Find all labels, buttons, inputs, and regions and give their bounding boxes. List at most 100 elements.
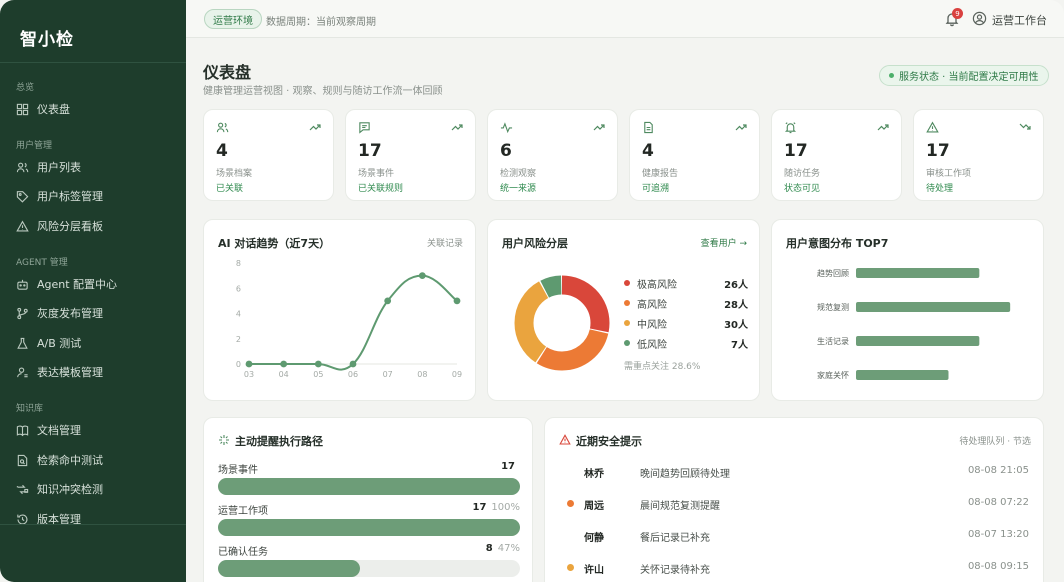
page-subtitle: 健康管理运营视图 · 观察、规则与随访工作流一体回顾 — [203, 86, 443, 97]
stat-label: 审核工作项 — [926, 169, 972, 179]
exec-title: 主动提醒执行路径 — [235, 435, 323, 448]
nav-item-ab-test[interactable]: A/B 测试 — [0, 330, 186, 356]
legend-dot — [624, 280, 630, 286]
stat-label: 健康报告 — [642, 169, 679, 179]
intent-bar — [856, 370, 949, 380]
legend-name: 中风险 — [637, 320, 667, 331]
exec-progress-track — [218, 560, 520, 577]
legend-dot — [624, 300, 630, 306]
message-icon — [359, 122, 370, 134]
workspace-user[interactable]: 运营工作台 — [992, 12, 1047, 28]
stat-card-followup[interactable]: 17 随访任务 状态可见 — [771, 109, 902, 201]
nav-label: 灰度发布管理 — [37, 307, 103, 320]
nav-item-conflict-check[interactable]: 知识冲突检测 — [0, 476, 186, 502]
alert-item[interactable]: 许山 关怀记录待补充 08-08 09:15 — [559, 558, 1029, 578]
nav-item-risk-board[interactable]: 风险分层看板 — [0, 213, 186, 239]
sparkle-icon — [219, 435, 229, 445]
trend-up-icon — [309, 124, 321, 131]
status-dot — [889, 73, 894, 78]
pulse-icon — [500, 122, 513, 134]
stat-tag: 已关联 — [216, 184, 244, 194]
report-icon — [644, 121, 653, 134]
section-title-agent: AGENT 管理 — [16, 258, 68, 268]
stat-card-scene-archive[interactable]: 4 场景档案 已关联 — [203, 109, 334, 201]
stat-value: 17 — [926, 141, 950, 161]
nav-item-versions[interactable]: 版本管理 — [0, 506, 186, 532]
page-title: 仪表盘 — [203, 63, 252, 82]
branch-icon — [17, 307, 28, 319]
alert-user: 何静 — [584, 533, 604, 544]
exec-pct: 100% — [491, 502, 520, 513]
stat-card-scene-events[interactable]: 17 场景事件 已关联规则 — [345, 109, 476, 201]
data-point — [280, 360, 288, 368]
alert-user: 林乔 — [584, 469, 604, 480]
data-point — [245, 360, 253, 368]
alert-item[interactable]: 周远 晨间规范复测提醒 08-08 07:22 — [559, 494, 1029, 514]
risk-legend-item: 极高风险 26人 — [624, 276, 748, 291]
stat-label: 检测观察 — [500, 169, 537, 179]
nav-label: 检索命中测试 — [37, 454, 103, 467]
stat-value: 4 — [216, 141, 228, 161]
alert-text: 餐后记录已补充 — [640, 533, 710, 544]
environment-badge[interactable]: 运营环境 — [204, 9, 262, 29]
y-tick-label: 4 — [236, 310, 241, 319]
x-tick-label: 03 — [244, 370, 254, 379]
risk-legend-item: 中风险 30人 — [624, 316, 748, 331]
stat-value: 4 — [642, 141, 654, 161]
sidebar: 智小检 总览 仪表盘 用户管理 用户列表 用户标签管理 风险分层看板 AGENT… — [0, 0, 186, 582]
top-bar: 运营环境 数据周期：当前观察周期 9 运营工作台 — [186, 0, 1064, 38]
service-status-badge: 服务状态 · 当前配置决定可用性 — [879, 65, 1049, 86]
alert-dot — [567, 564, 574, 571]
data-point — [418, 272, 426, 280]
stat-card-detection[interactable]: 6 检测观察 统一来源 — [487, 109, 618, 201]
intent-bar — [856, 336, 980, 346]
alarm-icon — [784, 122, 797, 134]
nav-item-templates[interactable]: 表达模板管理 — [0, 359, 186, 385]
legend-value: 7人 — [731, 340, 748, 351]
alert-item[interactable]: 何静 餐后记录已补充 08-07 13:20 — [559, 526, 1029, 546]
alert-text: 关怀记录待补充 — [640, 565, 710, 576]
y-tick-label: 8 — [236, 259, 241, 268]
nav-item-user-tags[interactable]: 用户标签管理 — [0, 183, 186, 209]
ai-trend-chart: 0 2 4 6 8 03 04 05 06 07 08 09 — [236, 259, 462, 379]
legend-name: 极高风险 — [637, 280, 677, 291]
stat-card-health-report[interactable]: 4 健康报告 可追溯 — [629, 109, 760, 201]
section-title-knowledge: 知识库 — [16, 404, 44, 414]
intent-bar — [856, 268, 980, 278]
user-circle-icon[interactable] — [972, 11, 987, 26]
risk-donut-chart — [514, 275, 610, 371]
robot-icon — [17, 279, 28, 290]
nav-item-dashboard[interactable]: 仪表盘 — [0, 96, 186, 122]
nav-item-user-list[interactable]: 用户列表 — [0, 154, 186, 180]
stat-label: 随访任务 — [784, 169, 821, 179]
stat-value: 17 — [358, 141, 382, 161]
intent-bar-chart: 趋势回顾规范复测生活记录家庭关怀 — [817, 268, 1011, 380]
nav-label: A/B 测试 — [37, 337, 82, 350]
warning-icon — [559, 434, 571, 445]
stat-card-review[interactable]: 17 审核工作项 待处理 — [913, 109, 1044, 201]
trend-up-icon — [593, 124, 605, 131]
y-tick-label: 0 — [236, 360, 241, 369]
sidebar-footer-divider — [0, 524, 186, 525]
alerts-title: 近期安全提示 — [576, 435, 642, 448]
risk-focus-note: 需重点关注 28.6% — [624, 362, 701, 372]
nav-item-agent-config[interactable]: Agent 配置中心 — [0, 271, 186, 297]
exec-path-card: 主动提醒执行路径 场景事件 17 运营工作项 17 100% 已确认任务 8 47% — [203, 417, 533, 582]
nav-item-gray-release[interactable]: 灰度发布管理 — [0, 300, 186, 326]
legend-name: 低风险 — [637, 340, 667, 351]
exec-count-value: 8 — [485, 543, 493, 554]
nav-label: 知识冲突检测 — [37, 483, 103, 496]
stat-tag: 待处理 — [926, 184, 954, 194]
nav-item-documents[interactable]: 文档管理 — [0, 417, 186, 443]
nav-item-retrieval-test[interactable]: 检索命中测试 — [0, 447, 186, 473]
exec-pct: 47% — [497, 543, 520, 554]
alert-text: 晨间规范复测提醒 — [640, 501, 720, 512]
exec-progress-fill — [218, 560, 360, 577]
data-point — [314, 360, 322, 368]
intent-card: 用户意图分布 TOP7 趋势回顾 规范复测 生活记录 家庭关怀 — [771, 219, 1044, 401]
data-period: 数据周期：当前观察周期 — [266, 17, 376, 28]
alert-item[interactable]: 林乔 晚间趋势回顾待处理 08-08 21:05 — [559, 462, 1029, 482]
alerts-queue-link[interactable]: 待处理队列 · 节选 — [959, 434, 1031, 447]
risk-legend-item: 低风险 7人 — [624, 336, 748, 351]
bar-category-label: 生活记录 — [817, 336, 849, 346]
